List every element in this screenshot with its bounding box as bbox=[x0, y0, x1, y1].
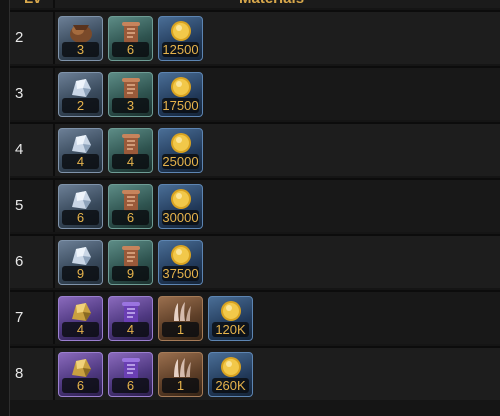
material-slot[interactable]: 4 bbox=[108, 128, 153, 173]
material-quantity: 25000 bbox=[162, 154, 199, 169]
material-slot[interactable]: 6 bbox=[108, 352, 153, 397]
material-quantity: 120K bbox=[212, 322, 249, 337]
level-cell: 8 bbox=[10, 348, 55, 400]
material-slot[interactable]: 120K bbox=[208, 296, 253, 341]
material-slot[interactable]: 30000 bbox=[158, 184, 203, 229]
material-slot[interactable]: 2 bbox=[58, 72, 103, 117]
header-divider bbox=[53, 0, 55, 8]
table-row: 3 2 3 17500 bbox=[10, 66, 500, 120]
material-slot[interactable]: 1 bbox=[158, 296, 203, 341]
material-slot[interactable]: 3 bbox=[58, 16, 103, 61]
lv-header: Lv bbox=[24, 0, 42, 8]
material-quantity: 9 bbox=[62, 266, 99, 281]
material-quantity: 9 bbox=[112, 266, 149, 281]
level-cell: 6 bbox=[10, 236, 55, 288]
material-slot[interactable]: 6 bbox=[108, 16, 153, 61]
material-quantity: 30000 bbox=[162, 210, 199, 225]
material-quantity: 6 bbox=[62, 210, 99, 225]
material-slot[interactable]: 4 bbox=[58, 128, 103, 173]
material-quantity: 6 bbox=[112, 42, 149, 57]
table-row: 4 4 4 25000 bbox=[10, 122, 500, 176]
table-row: 5 6 6 30000 bbox=[10, 178, 500, 232]
material-quantity: 4 bbox=[112, 154, 149, 169]
level-number: 2 bbox=[15, 29, 24, 46]
material-quantity: 6 bbox=[112, 210, 149, 225]
level-cell: 5 bbox=[10, 180, 55, 232]
material-slot[interactable]: 6 bbox=[58, 184, 103, 229]
material-slot[interactable]: 25000 bbox=[158, 128, 203, 173]
material-quantity: 4 bbox=[62, 322, 99, 337]
material-quantity: 12500 bbox=[162, 42, 199, 57]
material-quantity: 1 bbox=[162, 322, 199, 337]
level-cell: 2 bbox=[10, 12, 55, 64]
material-slot[interactable]: 37500 bbox=[158, 240, 203, 285]
material-slot[interactable]: 260K bbox=[208, 352, 253, 397]
material-quantity: 2 bbox=[62, 98, 99, 113]
table-row: 2 3 6 12500 bbox=[10, 10, 500, 64]
table-row: 7 4 4 1 120K bbox=[10, 290, 500, 344]
material-quantity: 1 bbox=[162, 378, 199, 393]
material-quantity: 4 bbox=[112, 322, 149, 337]
level-cell: 4 bbox=[10, 124, 55, 176]
material-slot[interactable]: 4 bbox=[108, 296, 153, 341]
table-row: 8 6 6 1 260K bbox=[10, 346, 500, 400]
material-slot[interactable]: 4 bbox=[58, 296, 103, 341]
material-slot[interactable]: 17500 bbox=[158, 72, 203, 117]
material-slot[interactable]: 12500 bbox=[158, 16, 203, 61]
material-slot[interactable]: 6 bbox=[108, 184, 153, 229]
material-quantity: 3 bbox=[62, 42, 99, 57]
level-number: 8 bbox=[15, 365, 24, 382]
level-number: 4 bbox=[15, 141, 24, 158]
material-slot[interactable]: 6 bbox=[58, 352, 103, 397]
level-number: 5 bbox=[15, 197, 24, 214]
material-slot[interactable]: 3 bbox=[108, 72, 153, 117]
materials-header: Materials bbox=[239, 0, 304, 8]
material-quantity: 260K bbox=[212, 378, 249, 393]
enhance-materials-table: Lv Materials 236125003231750044425000566… bbox=[9, 0, 500, 416]
table-header: Lv Materials bbox=[10, 0, 500, 8]
material-quantity: 6 bbox=[112, 378, 149, 393]
level-number: 7 bbox=[15, 309, 24, 326]
material-slot[interactable]: 9 bbox=[58, 240, 103, 285]
material-quantity: 37500 bbox=[162, 266, 199, 281]
material-slot[interactable]: 1 bbox=[158, 352, 203, 397]
level-cell: 7 bbox=[10, 292, 55, 344]
level-cell: 3 bbox=[10, 68, 55, 120]
level-number: 3 bbox=[15, 85, 24, 102]
material-quantity: 3 bbox=[112, 98, 149, 113]
level-number: 6 bbox=[15, 253, 24, 270]
material-quantity: 17500 bbox=[162, 98, 199, 113]
table-row: 6 9 9 37500 bbox=[10, 234, 500, 288]
material-quantity: 6 bbox=[62, 378, 99, 393]
material-slot[interactable]: 9 bbox=[108, 240, 153, 285]
material-quantity: 4 bbox=[62, 154, 99, 169]
